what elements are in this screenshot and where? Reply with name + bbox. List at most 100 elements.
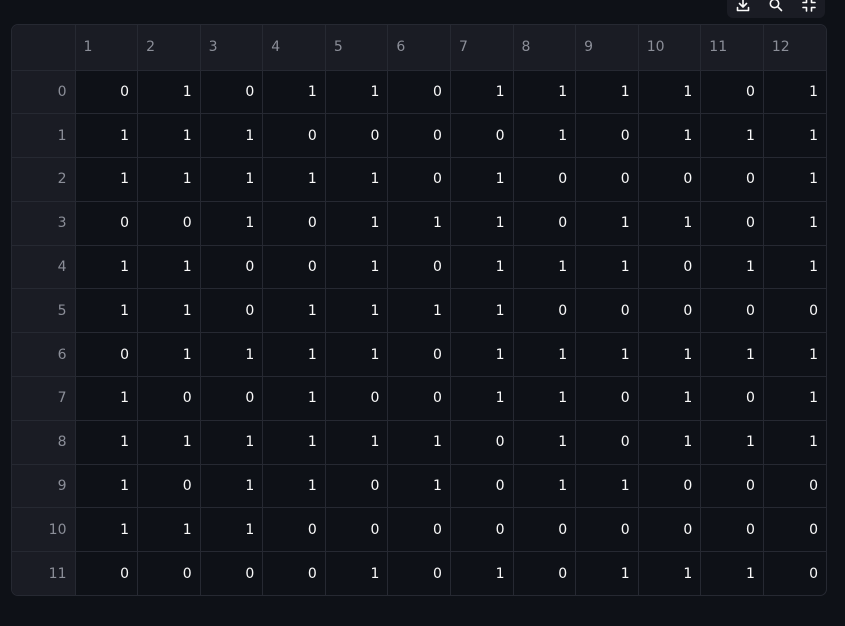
table-cell[interactable]: 0 [575, 507, 639, 553]
table-cell[interactable]: 0 [575, 157, 639, 202]
table-cell[interactable]: 1 [324, 332, 389, 378]
table-cell[interactable]: 1 [262, 157, 326, 202]
table-cell[interactable]: 1 [575, 69, 639, 115]
table-cell[interactable]: 1 [74, 419, 139, 465]
table-cell[interactable]: 0 [262, 113, 326, 159]
table-cell[interactable]: 1 [762, 69, 826, 115]
table-cell[interactable]: 1 [700, 551, 764, 595]
table-cell[interactable]: 0 [575, 288, 639, 334]
table-cell[interactable]: 0 [199, 288, 264, 334]
table-cell[interactable]: 1 [387, 288, 451, 334]
table-cell[interactable]: 0 [700, 463, 764, 509]
table-cell[interactable]: 1 [575, 551, 639, 595]
table-cell[interactable]: 1 [199, 113, 264, 159]
table-cell[interactable]: 1 [762, 113, 826, 159]
table-cell[interactable]: 0 [74, 332, 139, 378]
table-cell[interactable]: 1 [74, 288, 139, 334]
download-button[interactable] [732, 0, 754, 14]
table-cell[interactable]: 0 [637, 463, 702, 509]
table-cell[interactable]: 0 [324, 507, 389, 553]
table-cell[interactable]: 1 [199, 507, 264, 553]
table-cell[interactable]: 1 [262, 332, 326, 378]
table-cell[interactable]: 1 [512, 332, 577, 378]
table-cell[interactable]: 0 [700, 69, 764, 115]
table-cell[interactable]: 1 [700, 419, 764, 465]
column-header[interactable]: 12 [762, 25, 826, 71]
table-cell[interactable]: 1 [137, 507, 201, 553]
table-cell[interactable]: 1 [575, 200, 639, 246]
table-cell[interactable]: 1 [137, 419, 201, 465]
table-cell[interactable]: 1 [512, 376, 577, 421]
table-cell[interactable]: 0 [262, 507, 326, 553]
table-cell[interactable]: 1 [137, 113, 201, 159]
table-cell[interactable]: 1 [324, 419, 389, 465]
table-cell[interactable]: 0 [387, 376, 451, 421]
table-cell[interactable]: 1 [74, 244, 139, 290]
table-cell[interactable]: 0 [700, 157, 764, 202]
table-cell[interactable]: 1 [637, 551, 702, 595]
table-cell[interactable]: 1 [637, 113, 702, 159]
table-cell[interactable]: 0 [512, 507, 577, 553]
table-cell[interactable]: 1 [387, 419, 451, 465]
table-cell[interactable]: 1 [575, 244, 639, 290]
column-header[interactable]: 11 [700, 25, 764, 71]
table-cell[interactable]: 0 [449, 463, 514, 509]
table-cell[interactable]: 0 [137, 463, 201, 509]
table-cell[interactable]: 0 [449, 419, 514, 465]
table-cell[interactable]: 1 [74, 376, 139, 421]
table-cell[interactable]: 1 [199, 419, 264, 465]
table-cell[interactable]: 0 [637, 244, 702, 290]
table-cell[interactable]: 0 [762, 463, 826, 509]
table-cell[interactable]: 1 [512, 419, 577, 465]
table-cell[interactable]: 0 [512, 288, 577, 334]
table-cell[interactable]: 1 [512, 463, 577, 509]
table-cell[interactable]: 0 [199, 551, 264, 595]
column-header[interactable]: 2 [137, 25, 201, 71]
column-header[interactable]: 4 [262, 25, 326, 71]
table-cell[interactable]: 1 [324, 288, 389, 334]
table-cell[interactable]: 1 [137, 69, 201, 115]
fullscreen-button[interactable] [798, 0, 820, 14]
table-cell[interactable]: 0 [137, 200, 201, 246]
table-cell[interactable]: 1 [762, 332, 826, 378]
dataframe-grid[interactable]: 1 2 3 4 5 6 7 8 9 10 11 12 001011011110111110000101… [11, 24, 827, 596]
table-cell[interactable]: 1 [199, 332, 264, 378]
table-cell[interactable]: 0 [74, 200, 139, 246]
column-header[interactable]: 3 [199, 25, 264, 71]
table-cell[interactable]: 0 [449, 507, 514, 553]
table-cell[interactable]: 0 [324, 463, 389, 509]
table-cell[interactable]: 1 [449, 332, 514, 378]
table-cell[interactable]: 1 [324, 157, 389, 202]
column-header[interactable]: 5 [324, 25, 389, 71]
column-header[interactable]: 8 [512, 25, 577, 71]
table-cell[interactable]: 1 [449, 69, 514, 115]
table-cell[interactable]: 0 [324, 376, 389, 421]
column-header[interactable]: 7 [449, 25, 514, 71]
table-cell[interactable]: 1 [74, 157, 139, 202]
table-cell[interactable]: 0 [387, 244, 451, 290]
table-cell[interactable]: 1 [199, 200, 264, 246]
column-header[interactable]: 6 [387, 25, 451, 71]
table-cell[interactable]: 1 [575, 463, 639, 509]
table-cell[interactable]: 1 [137, 244, 201, 290]
table-cell[interactable]: 1 [199, 157, 264, 202]
table-cell[interactable]: 0 [199, 69, 264, 115]
table-cell[interactable]: 0 [449, 113, 514, 159]
table-cell[interactable]: 1 [700, 244, 764, 290]
table-cell[interactable]: 0 [324, 113, 389, 159]
table-cell[interactable]: 0 [74, 551, 139, 595]
table-cell[interactable]: 1 [199, 463, 264, 509]
table-cell[interactable]: 1 [262, 69, 326, 115]
table-cell[interactable]: 1 [449, 157, 514, 202]
table-cell[interactable]: 0 [637, 288, 702, 334]
table-cell[interactable]: 1 [262, 419, 326, 465]
table-cell[interactable]: 0 [387, 507, 451, 553]
table-cell[interactable]: 1 [762, 244, 826, 290]
table-cell[interactable]: 1 [324, 69, 389, 115]
search-button[interactable] [765, 0, 787, 14]
table-cell[interactable]: 1 [762, 419, 826, 465]
table-cell[interactable]: 1 [449, 244, 514, 290]
column-header[interactable]: 9 [575, 25, 639, 71]
table-cell[interactable]: 0 [637, 157, 702, 202]
table-cell[interactable]: 0 [762, 288, 826, 334]
